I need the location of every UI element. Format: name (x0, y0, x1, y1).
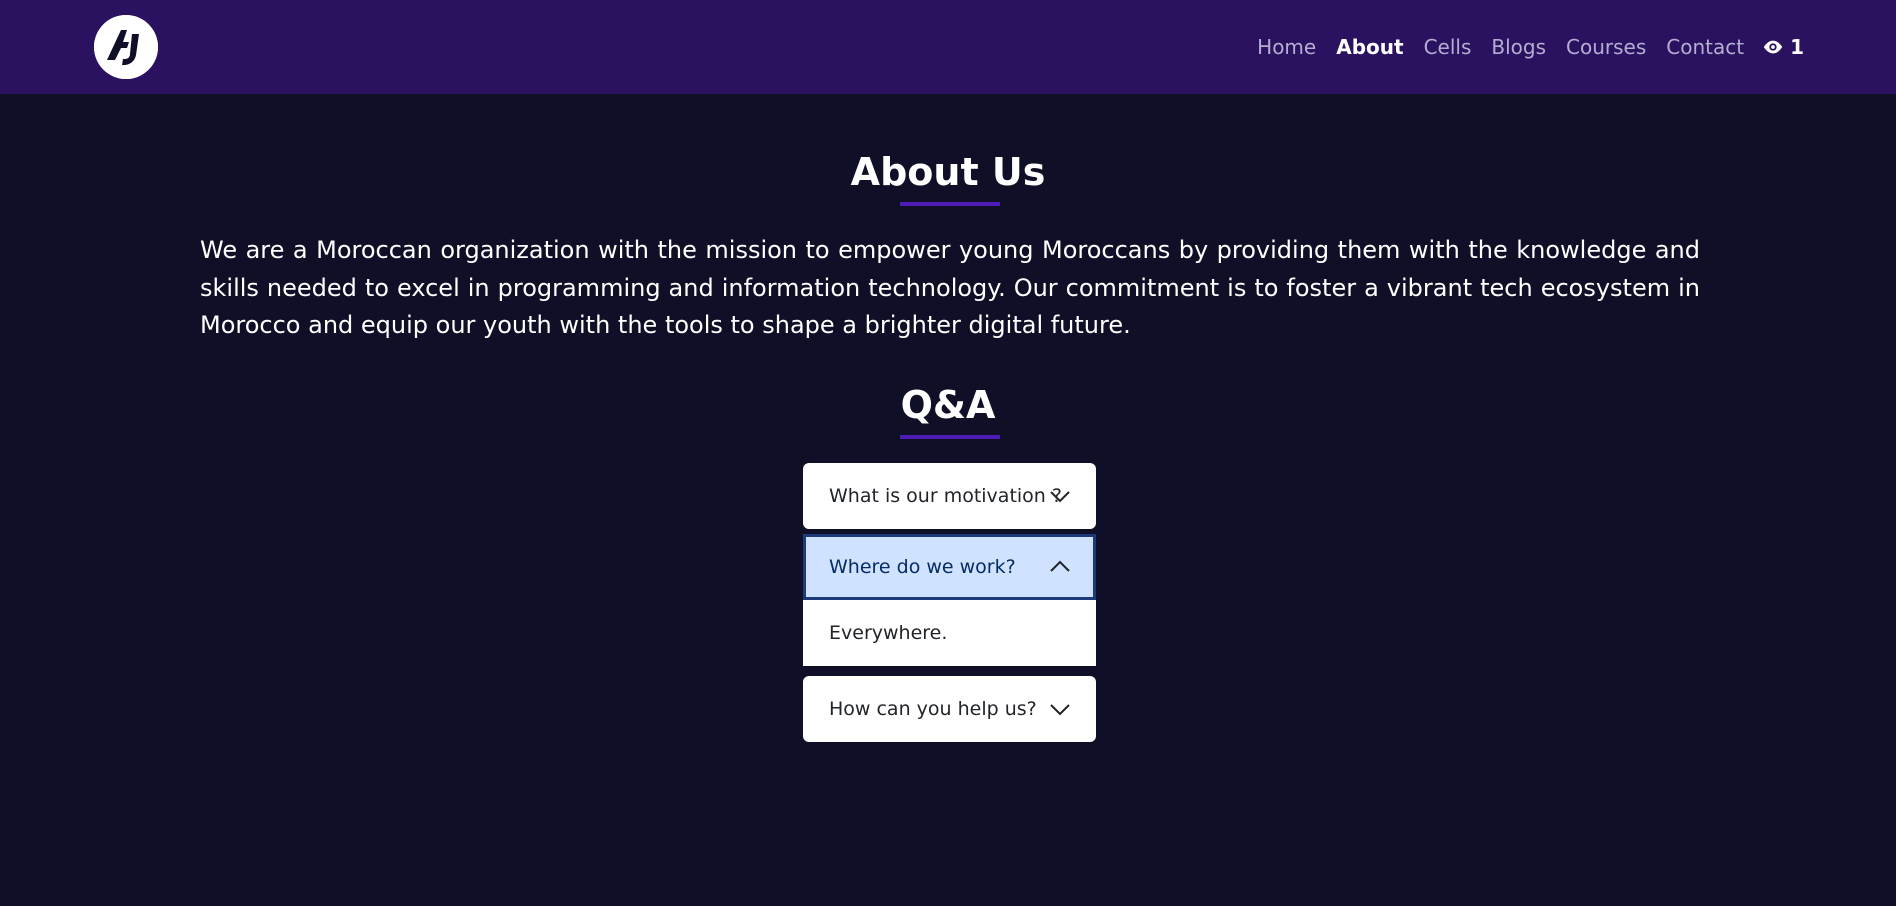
accordion-header-motivation[interactable]: What is our motivation ? (803, 463, 1096, 529)
nav-links: Home About Cells Blogs Courses Contact 1 (1257, 0, 1804, 94)
nav-link-blogs[interactable]: Blogs (1491, 35, 1546, 59)
qa-title-underline (900, 435, 1000, 439)
views-count: 1 (1790, 35, 1804, 59)
accordion-header-help[interactable]: How can you help us? (803, 676, 1096, 742)
accordion-question: How can you help us? (829, 698, 1037, 720)
accordion-item: How can you help us? (803, 676, 1096, 742)
about-title-underline (900, 202, 1000, 206)
chevron-down-icon (1049, 486, 1071, 506)
chevron-down-icon (1049, 699, 1071, 719)
accordion-item: Where do we work? Everywhere. (803, 534, 1096, 666)
accordion-question: Where do we work? (829, 556, 1016, 578)
views-counter: 1 (1762, 35, 1804, 59)
accordion-header-where[interactable]: Where do we work? (803, 534, 1096, 600)
about-description: We are a Moroccan organization with the … (200, 236, 1700, 339)
accordion-item: What is our motivation ? (803, 463, 1096, 529)
aj-logo[interactable] (94, 15, 158, 79)
navbar: Home About Cells Blogs Courses Contact 1 (0, 0, 1896, 94)
nav-link-cells[interactable]: Cells (1424, 35, 1472, 59)
about-title: About Us (850, 150, 1046, 194)
accordion-answer-text: Everywhere. (829, 622, 948, 644)
nav-link-courses[interactable]: Courses (1566, 35, 1646, 59)
nav-link-home[interactable]: Home (1257, 35, 1316, 59)
nav-link-about[interactable]: About (1336, 35, 1403, 59)
accordion-answer: Everywhere. (803, 600, 1096, 666)
nav-link-contact[interactable]: Contact (1666, 35, 1744, 59)
eye-icon (1763, 40, 1783, 54)
accordion-question: What is our motivation ? (829, 485, 1062, 507)
qa-title: Q&A (900, 383, 996, 427)
chevron-up-icon (1049, 557, 1071, 577)
